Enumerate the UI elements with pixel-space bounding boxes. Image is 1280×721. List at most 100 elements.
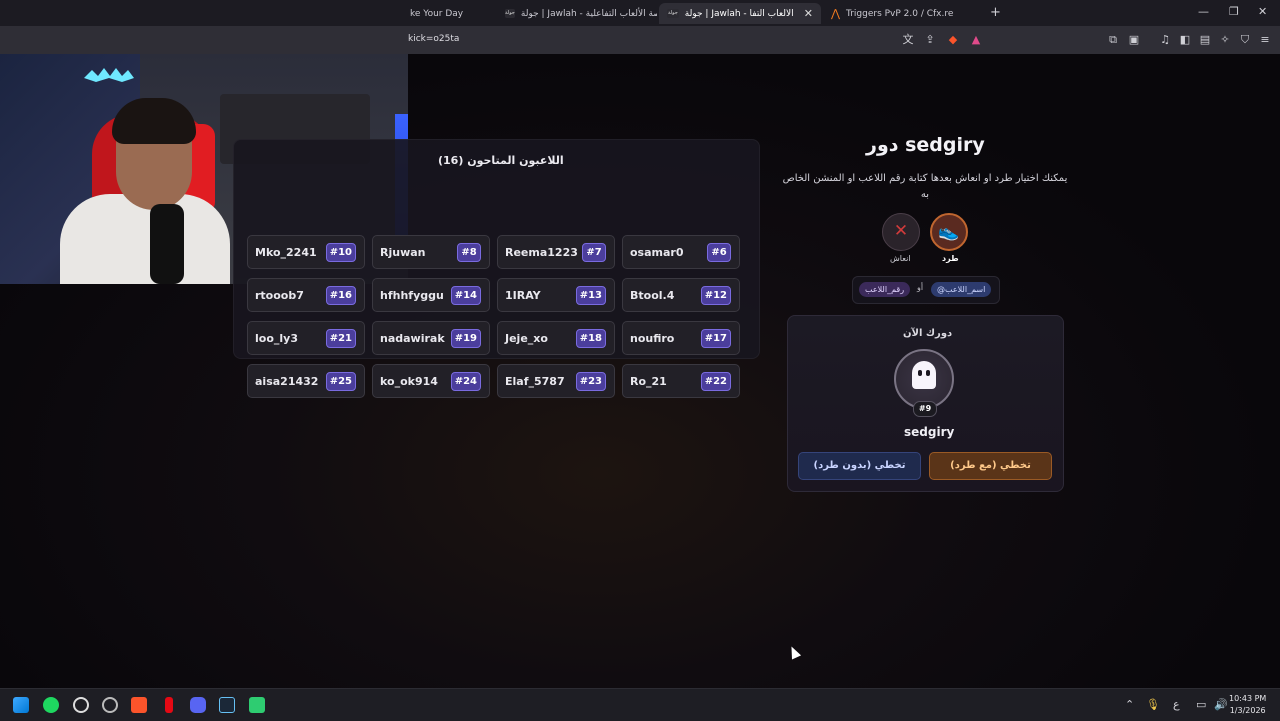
brave-shields-icon[interactable]: ◆: [946, 33, 960, 47]
player-chip[interactable]: Mko_2241 #10: [247, 235, 365, 269]
skip-with-kick-button[interactable]: تخطي (مع طرد): [929, 452, 1052, 480]
player-chip[interactable]: osamar0 #6: [622, 235, 740, 269]
player-name: loo_ly3: [255, 332, 298, 345]
brave-browser-icon[interactable]: [131, 697, 147, 713]
player-chip[interactable]: Reema1223 #7: [497, 235, 615, 269]
player-chip[interactable]: loo_ly3 #21: [247, 321, 365, 355]
steelseries-icon[interactable]: [73, 697, 89, 713]
player-number-badge: #21: [325, 329, 356, 348]
player-number-badge: #8: [457, 243, 481, 262]
player-name: Elaf_5787: [505, 375, 565, 388]
player-name: Reema1223: [505, 246, 578, 259]
steam-icon[interactable]: [219, 697, 235, 713]
player-number-badge: #12: [700, 286, 731, 305]
kick-action-button[interactable]: 👟: [930, 213, 968, 251]
cfx-favicon-icon: ⋀: [831, 7, 841, 20]
player-name: hfhhfyggu: [380, 289, 444, 302]
kick-shoe-icon: 👟: [938, 222, 960, 242]
minimize-icon[interactable]: —: [1198, 5, 1209, 18]
discord-icon[interactable]: [190, 697, 206, 713]
player-number-badge: #22: [700, 372, 731, 391]
player-name: aisa21432: [255, 375, 319, 388]
address-bar: kick=o25ta 文 ⇪ ◆ ▲ ⧉ ▣ ♫ ◧ ▤ ✧ ⛉ ≡: [0, 26, 1280, 54]
player-chip[interactable]: aisa21432 #25: [247, 364, 365, 398]
chevron-up-icon[interactable]: ⌃: [1125, 698, 1134, 711]
translate-icon[interactable]: 文: [901, 33, 915, 47]
menu-icon[interactable]: ≡: [1258, 33, 1272, 47]
player-number-badge: #24: [450, 372, 481, 391]
mention-tag: @اسم_اللاعب: [931, 282, 992, 297]
player-chip[interactable]: rtooob7 #16: [247, 278, 365, 312]
player-number-badge: #7: [582, 243, 606, 262]
brave-rewards-icon[interactable]: ▲: [969, 33, 983, 47]
spotify-icon[interactable]: [43, 697, 59, 713]
player-chip[interactable]: 1IRAY #13: [497, 278, 615, 312]
player-chip[interactable]: Elaf_5787 #23: [497, 364, 615, 398]
player-chip[interactable]: Ro_21 #22: [622, 364, 740, 398]
revive-label: انعاش: [890, 254, 911, 263]
player-chip[interactable]: noufiro #17: [622, 321, 740, 355]
player-chip[interactable]: nadawirak #19: [372, 321, 490, 355]
kick-label: طرد: [942, 254, 959, 263]
player-chip[interactable]: hfhhfyggu #14: [372, 278, 490, 312]
wallet-icon[interactable]: ▣: [1127, 33, 1141, 47]
tab-label: ke Your Day: [410, 8, 464, 19]
tab-label: جولة | Jawlah - منصة الألعاب التفاعلية: [520, 8, 657, 19]
player-name: Mko_2241: [255, 246, 317, 259]
jawlah-favicon-icon: جولة: [667, 9, 679, 18]
system-clock[interactable]: 10:43 PM 1/3/2026: [1229, 693, 1266, 717]
player-name: ko_ok914: [380, 375, 438, 388]
sidebar-icon[interactable]: ◧: [1178, 33, 1192, 47]
share-icon[interactable]: ⇪: [923, 33, 937, 47]
current-player-name: sedgiry: [904, 425, 955, 439]
windows-start-icon[interactable]: [13, 697, 29, 713]
new-tab-button[interactable]: +: [990, 5, 1001, 20]
player-number-badge: #13: [575, 286, 606, 305]
leo-ai-icon[interactable]: ✧: [1218, 33, 1232, 47]
netflix-icon[interactable]: [165, 697, 173, 713]
extensions-icon[interactable]: ⧉: [1106, 33, 1120, 47]
player-name: Ro_21: [630, 375, 667, 388]
close-tab-icon[interactable]: ✕: [804, 7, 813, 20]
player-number-badge: #17: [700, 329, 731, 348]
available-players-title: اللاعبون المتاحون (16): [438, 154, 564, 167]
avatar: [894, 349, 954, 409]
tab-bar: ke Your Day جولة جولة | Jawlah - منصة ال…: [0, 0, 1280, 26]
player-chip[interactable]: Btool.4 #12: [622, 278, 740, 312]
wallet-icon[interactable]: ▤: [1198, 33, 1212, 47]
microphone-icon[interactable]: 🎙: [1146, 698, 1160, 711]
or-label: أو: [917, 283, 924, 292]
player-chip[interactable]: Rjuwan #8: [372, 235, 490, 269]
tab-cfx[interactable]: ⋀ Triggers PvP 2.0 / Cfx.re: [823, 3, 988, 24]
neon-logo-icon: [84, 68, 134, 82]
volume-icon[interactable]: 🔊: [1214, 698, 1228, 711]
player-name: noufiro: [630, 332, 675, 345]
player-name: Btool.4: [630, 289, 675, 302]
your-turn-label: دورك الآن: [903, 328, 953, 339]
tab-make-your-day[interactable]: ke Your Day: [402, 3, 497, 24]
language-indicator[interactable]: ع: [1173, 698, 1180, 711]
tab-label: جولة | Jawlah - منصة الألعاب التفا: [684, 8, 796, 19]
url-field[interactable]: kick=o25ta: [408, 34, 459, 44]
turn-title: دور sedgiry: [866, 134, 985, 156]
player-name: 1IRAY: [505, 289, 541, 302]
speedometer-icon[interactable]: [102, 697, 118, 713]
player-name: Rjuwan: [380, 246, 426, 259]
player-name: rtooob7: [255, 289, 304, 302]
whatsapp-icon[interactable]: [249, 697, 265, 713]
player-number-badge: #14: [450, 286, 481, 305]
tab-jawlah-active[interactable]: جولة جولة | Jawlah - منصة الألعاب التفا …: [659, 3, 821, 24]
revive-action-button[interactable]: ✕: [882, 213, 920, 251]
player-chip[interactable]: Jeje_xo #18: [497, 321, 615, 355]
turn-description: يمكنك اختيار طرد او انعاش بعدها كتابة رق…: [782, 173, 1068, 200]
display-icon[interactable]: ▭: [1196, 698, 1206, 711]
player-chip[interactable]: ko_ok914 #24: [372, 364, 490, 398]
restore-icon[interactable]: ❐: [1229, 5, 1239, 18]
media-icon[interactable]: ♫: [1158, 33, 1172, 47]
jawlah-favicon-icon: جولة: [505, 9, 515, 18]
vpn-icon[interactable]: ⛉: [1238, 33, 1252, 47]
ghost-avatar-icon: [912, 361, 936, 389]
tab-jawlah-1[interactable]: جولة جولة | Jawlah - منصة الألعاب التفاع…: [497, 3, 657, 24]
window-close-icon[interactable]: ✕: [1258, 5, 1267, 18]
skip-without-kick-button[interactable]: تخطي (بدون طرد): [798, 452, 921, 480]
